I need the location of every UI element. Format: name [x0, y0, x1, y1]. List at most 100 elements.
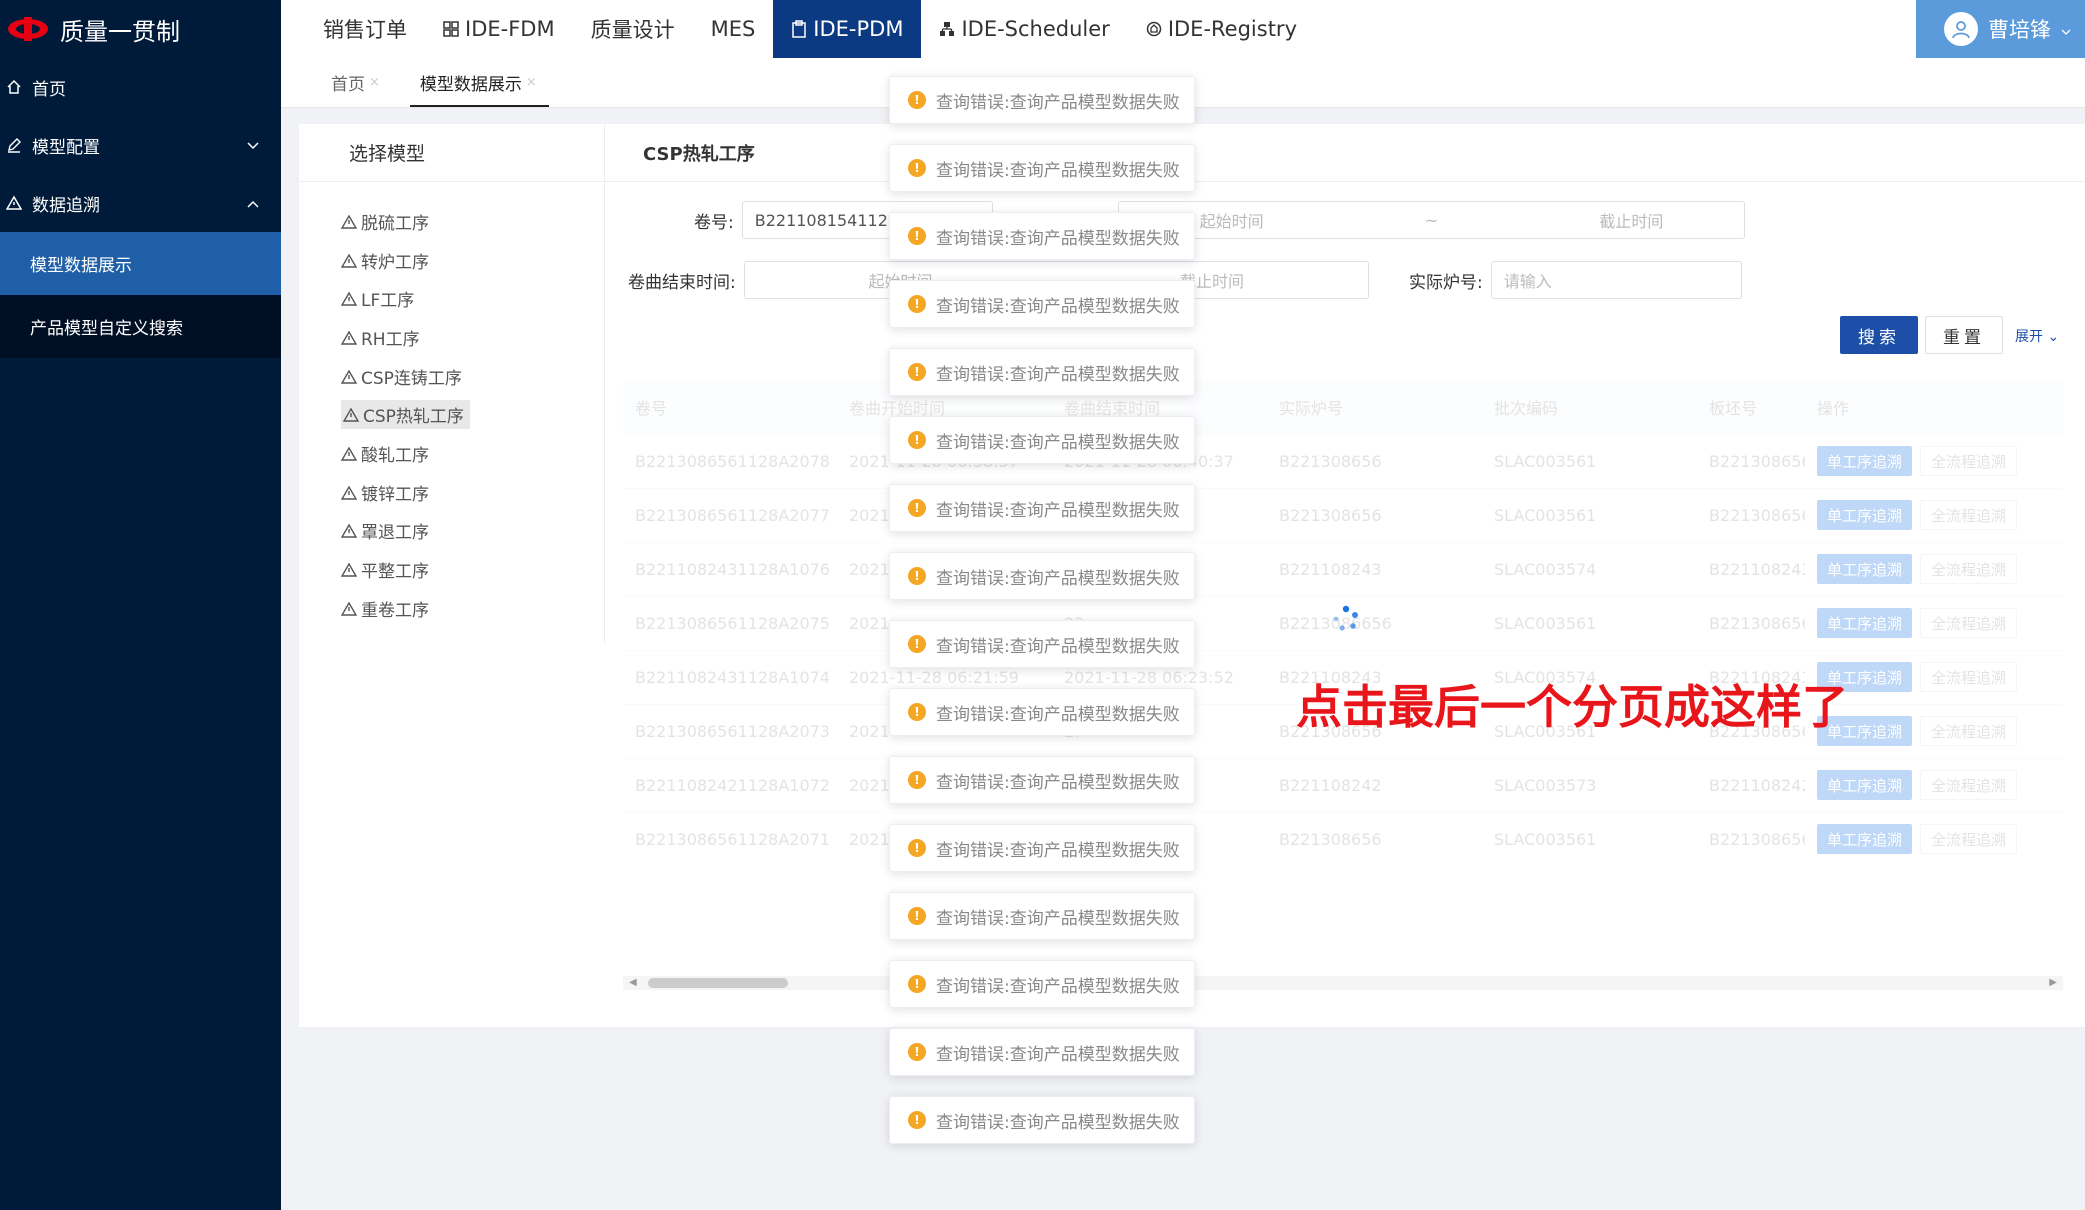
- process-item[interactable]: 酸轧工序: [341, 434, 604, 473]
- tab-home[interactable]: 首页 ×: [311, 58, 400, 107]
- org-chart-icon: [939, 21, 955, 37]
- toast-message: 查询错误:查询产品模型数据失败: [936, 1112, 1180, 1133]
- error-toast: ! 查询错误:查询产品模型数据失败: [889, 144, 1195, 192]
- process-item-text: 转炉工序: [361, 252, 429, 273]
- nav-ide-fdm[interactable]: IDE-FDM: [425, 0, 573, 58]
- nav-label: MES: [710, 17, 756, 41]
- loading-spinner-icon: [1332, 605, 1360, 633]
- error-toast: ! 查询错误:查询产品模型数据失败: [889, 484, 1195, 532]
- process-item[interactable]: 重卷工序: [341, 589, 604, 628]
- user-name: 曹培锋: [1988, 18, 2051, 42]
- process-item[interactable]: 平整工序: [341, 550, 604, 589]
- error-toast: ! 查询错误:查询产品模型数据失败: [889, 892, 1195, 940]
- scroll-left-icon[interactable]: ◀: [629, 976, 637, 990]
- warning-icon: !: [908, 975, 926, 993]
- nav-quality-design[interactable]: 质量设计: [573, 0, 693, 58]
- furnace-filter: 实际炉号: 请输入: [1409, 261, 1742, 299]
- sidebar-item-home[interactable]: 首页: [0, 58, 281, 116]
- expand-label: 展开: [2015, 329, 2043, 345]
- avatar: [1944, 12, 1978, 46]
- warning-icon: !: [908, 91, 926, 109]
- error-toast: ! 查询错误:查询产品模型数据失败: [889, 280, 1195, 328]
- furnace-label: 实际炉号:: [1409, 272, 1483, 293]
- close-icon[interactable]: ×: [369, 75, 380, 90]
- nav-mes[interactable]: MES: [693, 0, 774, 58]
- toast-message: 查询错误:查询产品模型数据失败: [936, 636, 1180, 657]
- time-range-input[interactable]: 起始时间 ~ 截止时间: [1118, 201, 1745, 239]
- toast-message: 查询错误:查询产品模型数据失败: [936, 908, 1180, 929]
- tab-model-data[interactable]: 模型数据展示 ×: [400, 58, 557, 107]
- warning-icon: [343, 408, 359, 422]
- toast-message: 查询错误:查询产品模型数据失败: [936, 1044, 1180, 1065]
- warning-icon: [341, 563, 357, 577]
- error-toast: ! 查询错误:查询产品模型数据失败: [889, 416, 1195, 464]
- process-item-text: 脱硫工序: [361, 213, 429, 234]
- process-item[interactable]: LF工序: [341, 279, 604, 318]
- warning-icon: !: [908, 635, 926, 653]
- app-logo[interactable]: 质量一贯制: [0, 0, 281, 58]
- nav-ide-pdm[interactable]: IDE-PDM: [773, 0, 922, 58]
- sidebar-item-label: 数据追溯: [32, 195, 100, 216]
- process-item[interactable]: 转炉工序: [341, 241, 604, 280]
- nav-ide-scheduler[interactable]: IDE-Scheduler: [921, 0, 1127, 58]
- error-toast: ! 查询错误:查询产品模型数据失败: [889, 756, 1195, 804]
- scrollbar-thumb[interactable]: [648, 978, 788, 988]
- process-item[interactable]: 罩退工序: [341, 512, 604, 551]
- process-item-label: 脱硫工序: [341, 209, 429, 234]
- process-item-text: 酸轧工序: [361, 445, 429, 466]
- error-toast: ! 查询错误:查询产品模型数据失败: [889, 552, 1195, 600]
- end-time-placeholder: 截止时间: [1599, 212, 1664, 231]
- process-item-label: 重卷工序: [341, 596, 429, 621]
- toast-message: 查询错误:查询产品模型数据失败: [936, 432, 1180, 453]
- warning-icon: !: [908, 703, 926, 721]
- furnace-input[interactable]: 请输入: [1490, 261, 1742, 299]
- scroll-right-icon[interactable]: ▶: [2049, 976, 2057, 990]
- toast-message: 查询错误:查询产品模型数据失败: [936, 500, 1180, 521]
- error-toast: ! 查询错误:查询产品模型数据失败: [889, 76, 1195, 124]
- process-item-label: LF工序: [341, 286, 414, 311]
- toast-message: 查询错误:查询产品模型数据失败: [936, 296, 1180, 317]
- nav-sales-order[interactable]: 销售订单: [305, 0, 425, 58]
- warning-icon: !: [908, 227, 926, 245]
- sidebar-item-model-config[interactable]: 模型配置: [0, 116, 281, 174]
- toast-message: 查询错误:查询产品模型数据失败: [936, 568, 1180, 589]
- warning-icon: [341, 214, 357, 229]
- process-item-label: 镀锌工序: [341, 480, 429, 505]
- nav-label: IDE-PDM: [813, 17, 904, 41]
- process-item[interactable]: 脱硫工序: [341, 202, 604, 241]
- range-separator: ~: [1424, 210, 1439, 230]
- model-select-panel: 选择模型 脱硫工序 转炉工序 LF工序 RH工序 CSP连铸工序 CSP热轧工序 酸轧工序镀…: [299, 124, 605, 644]
- search-button[interactable]: 搜索: [1840, 316, 1918, 354]
- process-item[interactable]: CSP热轧工序: [341, 395, 604, 434]
- error-toast: ! 查询错误:查询产品模型数据失败: [889, 348, 1195, 396]
- user-menu[interactable]: 曹培锋: [1916, 0, 2085, 58]
- process-item[interactable]: CSP连铸工序: [341, 357, 604, 396]
- close-icon[interactable]: ×: [526, 75, 537, 90]
- horizontal-scrollbar[interactable]: ◀ ▶: [623, 976, 2063, 990]
- process-item[interactable]: RH工序: [341, 318, 604, 357]
- warning-icon: !: [908, 567, 926, 585]
- error-toast: ! 查询错误:查询产品模型数据失败: [889, 620, 1195, 668]
- process-item-text: 重卷工序: [361, 600, 429, 621]
- reset-button[interactable]: 重置: [1925, 316, 2003, 354]
- sidebar-item-custom-search[interactable]: 产品模型自定义搜索: [0, 295, 281, 358]
- process-item-text: CSP连铸工序: [361, 368, 462, 389]
- nav-ide-registry[interactable]: IDE-Registry: [1128, 0, 1315, 58]
- chevron-down-icon: [247, 135, 259, 155]
- toast-message: 查询错误:查询产品模型数据失败: [936, 364, 1180, 385]
- warning-icon: [341, 253, 357, 268]
- expand-button[interactable]: 展开 ⌄: [2015, 326, 2059, 346]
- error-toast: ! 查询错误:查询产品模型数据失败: [889, 688, 1195, 736]
- warning-icon: [341, 446, 357, 461]
- error-toast: ! 查询错误:查询产品模型数据失败: [889, 1096, 1195, 1144]
- logo-icon: [6, 15, 50, 43]
- process-item[interactable]: 镀锌工序: [341, 473, 604, 512]
- toast-message: 查询错误:查询产品模型数据失败: [936, 840, 1180, 861]
- error-toast: ! 查询错误:查询产品模型数据失败: [889, 1028, 1195, 1076]
- sidebar-item-data-trace[interactable]: 数据追溯: [0, 174, 281, 232]
- sidebar-item-model-data[interactable]: 模型数据展示: [0, 232, 281, 295]
- process-item-text: CSP热轧工序: [363, 407, 464, 428]
- chevron-down-icon: ⌄: [2047, 329, 2060, 345]
- process-item-text: 平整工序: [361, 562, 429, 583]
- process-item-label: RH工序: [341, 325, 420, 350]
